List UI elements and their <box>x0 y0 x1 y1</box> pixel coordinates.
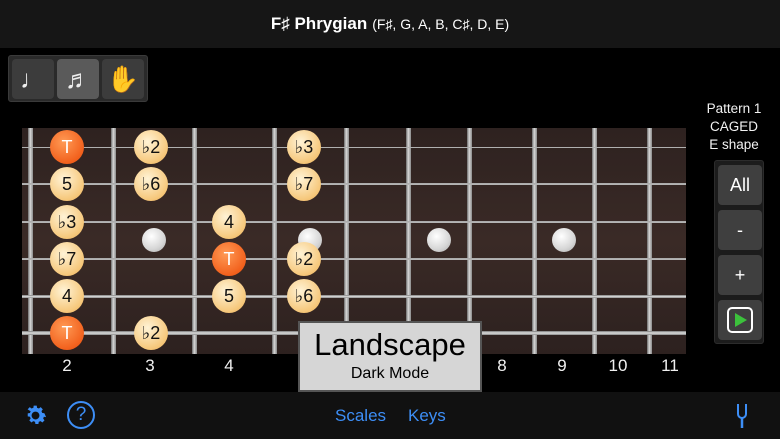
keys-link[interactable]: Keys <box>408 406 446 426</box>
tonic-note-marker[interactable]: T <box>50 316 84 350</box>
guitar-string <box>22 294 686 298</box>
multi-note-mode-button[interactable]: ♬ <box>57 59 99 99</box>
fret-wire <box>272 128 277 354</box>
single-note-mode-button[interactable]: ♩ <box>12 59 54 99</box>
fret-number: 3 <box>145 356 155 375</box>
scale-notes: (F♯, G, A, B, C♯, D, E) <box>372 16 510 32</box>
scale-note-marker[interactable]: ♭6 <box>287 279 321 313</box>
fret-number: 10 <box>608 356 628 375</box>
guitar-string <box>22 183 686 185</box>
fret-wire <box>111 128 116 354</box>
title-bar: F♯ Phrygian (F♯, G, A, B, C♯, D, E) <box>0 0 780 48</box>
pattern-controls: All - + <box>714 160 764 344</box>
scale-note-marker[interactable]: ♭2 <box>134 316 168 350</box>
pattern-label: Pattern 1 CAGED E shape <box>694 100 774 154</box>
quarter-note-icon: ♩ <box>20 63 46 94</box>
play-loop-button[interactable] <box>718 300 762 340</box>
scale-note-marker[interactable]: ♭3 <box>287 130 321 164</box>
fret-wire <box>532 128 537 354</box>
guitar-string <box>22 146 686 148</box>
gear-icon[interactable] <box>22 402 49 429</box>
display-mode-popup[interactable]: Landscape Dark Mode <box>298 321 482 392</box>
scale-note-marker[interactable]: ♭6 <box>134 167 168 201</box>
scale-note-marker[interactable]: 4 <box>212 205 246 239</box>
pattern-system: CAGED <box>709 119 758 134</box>
scale-note-marker[interactable]: ♭3 <box>50 205 84 239</box>
fret-number: 4 <box>224 356 234 375</box>
fret-wire <box>647 128 652 354</box>
scale-note-marker[interactable]: 4 <box>50 279 84 313</box>
play-loop-icon <box>727 307 753 333</box>
all-patterns-button[interactable]: All <box>718 165 762 205</box>
inlay-dot <box>426 228 451 252</box>
fret-wire <box>592 128 597 354</box>
fret-number: 8 <box>497 356 507 375</box>
fret-number: 9 <box>557 356 567 375</box>
beamed-notes-icon: ♬ <box>65 63 91 94</box>
hand-icon: ✋ <box>106 63 140 94</box>
next-pattern-button[interactable]: + <box>718 255 762 295</box>
tuning-fork-icon[interactable] <box>734 403 750 429</box>
fret-wire <box>28 128 33 354</box>
scale-note-marker[interactable]: ♭7 <box>287 167 321 201</box>
pattern-shape: E shape <box>709 137 759 152</box>
guitar-string <box>22 221 686 223</box>
fret-wire <box>192 128 197 354</box>
guitar-string <box>22 257 686 261</box>
fret-number: 11 <box>661 356 679 375</box>
display-mode-toolbar: ♩ ♬ ✋ <box>8 55 148 102</box>
scale-note-marker[interactable]: ♭2 <box>134 130 168 164</box>
scale-note-marker[interactable]: ♭7 <box>50 242 84 276</box>
pattern-number: Pattern 1 <box>706 101 762 116</box>
fret-number: 2 <box>62 356 72 375</box>
scale-note-marker[interactable]: 5 <box>50 167 84 201</box>
previous-pattern-button[interactable]: - <box>718 210 762 250</box>
scale-title: F♯ Phrygian <box>270 14 368 33</box>
inlay-dot <box>552 228 576 252</box>
tonic-note-marker[interactable]: T <box>50 130 84 164</box>
inlay-dot <box>141 228 166 252</box>
scale-note-marker[interactable]: 5 <box>212 279 246 313</box>
popup-subtitle: Dark Mode <box>350 365 430 382</box>
popup-title: Landscape <box>314 327 466 362</box>
scales-link[interactable]: Scales <box>335 406 386 426</box>
bottom-toolbar: ? Scales Keys <box>0 392 780 439</box>
scale-note-marker[interactable]: ♭2 <box>287 242 321 276</box>
help-icon[interactable]: ? <box>67 401 95 429</box>
tonic-note-marker[interactable]: T <box>212 242 246 276</box>
hand-mode-button[interactable]: ✋ <box>102 59 144 99</box>
